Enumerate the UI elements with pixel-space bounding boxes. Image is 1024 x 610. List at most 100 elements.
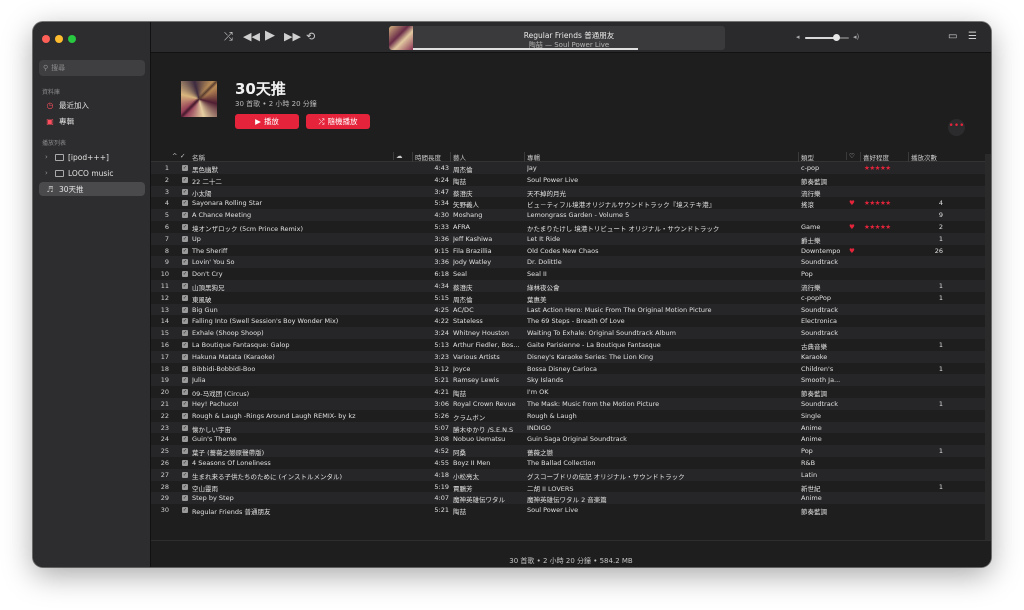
table-row[interactable]: 18 ✓ Bibbidi-Bobbidi-Boo 3:12 Joyce Bossa Dis… bbox=[151, 363, 991, 375]
track-album[interactable]: Waiting To Exhale: Original Soundtrack A… bbox=[527, 329, 795, 337]
column-genre[interactable]: 類型 bbox=[798, 152, 814, 162]
track-album[interactable]: Jay bbox=[527, 164, 795, 172]
table-row[interactable]: 26 ✓ 4 Seasons Of Loneliness 4:55 Boyz II Me… bbox=[151, 457, 991, 469]
track-album[interactable]: Bossa Disney Carioca bbox=[527, 365, 795, 373]
track-album[interactable]: 二胡 II LOVERS bbox=[527, 483, 795, 493]
track-checkbox[interactable]: ✓ bbox=[182, 448, 188, 455]
previous-icon[interactable]: ◀◀ bbox=[243, 30, 260, 43]
table-row[interactable]: 25 ✓ 葉子 (薔薇之戀原聲帶版) 4:52 阿桑 薔薇之戀 Pop 1 bbox=[151, 445, 991, 457]
column-artist[interactable]: 藝人 bbox=[450, 152, 466, 162]
track-checkbox[interactable]: ✓ bbox=[182, 330, 188, 337]
track-album[interactable]: Sky Islands bbox=[527, 376, 795, 384]
table-row[interactable]: 4 ✓ Sayonara Rolling Star 5:34 矢野義人 ビュ－ティフル境港… bbox=[151, 197, 991, 209]
track-artist[interactable]: 周杰倫 bbox=[453, 294, 523, 304]
track-checkbox[interactable]: ✓ bbox=[182, 188, 188, 195]
table-row[interactable]: 2 ✓ 22 二十二 4:24 陶喆 Soul Power Live 節奏藍調 bbox=[151, 174, 991, 186]
track-artist[interactable]: Fila Brazillia bbox=[453, 247, 523, 255]
table-row[interactable]: 15 ✓ Exhale (Shoop Shoop) 3:24 Whitney Houst… bbox=[151, 327, 991, 339]
track-artist[interactable]: Arthur Fiedler, Bos... bbox=[453, 341, 523, 349]
check-column-icon[interactable]: ✓ bbox=[180, 152, 185, 160]
track-album[interactable]: The 69 Steps - Breath Of Love bbox=[527, 317, 795, 325]
heart-icon[interactable]: ♥ bbox=[849, 199, 855, 207]
track-album[interactable]: INDIGO bbox=[527, 424, 795, 432]
table-row[interactable]: 10 ✓ Don't Cry 6:18 Seal Seal II Pop bbox=[151, 268, 991, 280]
track-checkbox[interactable]: ✓ bbox=[182, 212, 188, 219]
table-row[interactable]: 9 ✓ Lovin' You So 3:36 Jody Watley Dr. Dolitt… bbox=[151, 256, 991, 269]
track-artist[interactable]: Ramsey Lewis bbox=[453, 376, 523, 384]
track-album[interactable]: 葉惠美 bbox=[527, 294, 795, 304]
track-album[interactable]: Guin Saga Original Soundtrack bbox=[527, 435, 795, 443]
track-checkbox[interactable]: ✓ bbox=[182, 483, 188, 490]
track-album[interactable]: 薔薇之戀 bbox=[527, 447, 795, 457]
track-checkbox[interactable]: ✓ bbox=[182, 247, 188, 254]
sidebar-item-30-days-playlist[interactable]: ♬ 30天推 bbox=[39, 182, 145, 196]
table-row[interactable]: 11 ✓ 山頂黑狗兄 4:34 蔡澄庆 綠林夜公會 流行樂 1 bbox=[151, 279, 991, 292]
more-button[interactable]: ••• bbox=[948, 119, 965, 136]
track-artist[interactable]: 陶喆 bbox=[453, 506, 523, 516]
track-album[interactable]: Old Codes New Chaos bbox=[527, 247, 795, 255]
track-album[interactable]: I'm OK bbox=[527, 388, 795, 396]
column-plays[interactable]: 播放次數 bbox=[908, 152, 937, 162]
track-checkbox[interactable]: ✓ bbox=[182, 200, 188, 207]
table-row[interactable]: 23 ✓ 懐かしい宇宙 5:07 勝木ゆかり /S.E.N.S INDIGO Anime bbox=[151, 421, 991, 434]
column-name[interactable]: 名稱 bbox=[192, 152, 205, 162]
track-artist[interactable]: 蔡澄庆 bbox=[453, 282, 523, 292]
table-row[interactable]: 1 ✓ 黑色幽默 4:43 周杰倫 Jay c-pop ★★★★★ bbox=[151, 162, 991, 174]
now-playing-display[interactable]: Regular Friends 普通朋友 陶喆 — Soul Power Liv… bbox=[389, 26, 725, 50]
track-artist[interactable]: Nobuo Uematsu bbox=[453, 435, 523, 443]
track-artist[interactable]: Various Artists bbox=[453, 353, 523, 361]
track-checkbox[interactable]: ✓ bbox=[182, 400, 188, 407]
track-album[interactable]: Gaite Parisienne - La Boutique Fantasque bbox=[527, 341, 795, 349]
table-row[interactable]: 5 ✓ A Chance Meeting 4:30 Moshang Lemongrass … bbox=[151, 209, 991, 221]
track-album[interactable]: 綠林夜公會 bbox=[527, 282, 795, 292]
track-checkbox[interactable]: ✓ bbox=[182, 271, 188, 278]
column-time[interactable]: 時間長度 bbox=[412, 152, 441, 162]
search-input[interactable]: ⚲ 搜尋 bbox=[39, 60, 145, 76]
track-artist[interactable]: 蔡澄庆 bbox=[453, 188, 523, 198]
track-album[interactable]: Last Action Hero: Music From The Origina… bbox=[527, 306, 795, 314]
track-checkbox[interactable]: ✓ bbox=[182, 495, 188, 502]
table-row[interactable]: 27 ✓ 生まれ来る子供たちのために (インストルメンタル) 4:18 小松亮太 グスコー… bbox=[151, 468, 991, 481]
column-love[interactable]: ♡ bbox=[846, 152, 855, 160]
table-row[interactable]: 13 ✓ Big Gun 4:25 AC/DC Last Action Hero: Mus… bbox=[151, 303, 991, 316]
table-row[interactable]: 29 ✓ Step by Step 4:07 魔神英雄伝ワタル 魔神英雄伝ワタル 2 音楽… bbox=[151, 492, 991, 504]
chevron-right-icon[interactable]: › bbox=[45, 169, 51, 177]
table-row[interactable]: 19 ✓ Julia 5:21 Ramsey Lewis Sky Islands Smoot… bbox=[151, 374, 991, 387]
sidebar-item-loco-folder[interactable]: › LOCO music bbox=[39, 166, 145, 180]
heart-icon[interactable]: ♥ bbox=[849, 247, 855, 255]
track-artist[interactable]: Royal Crown Revue bbox=[453, 400, 523, 408]
track-album[interactable]: Soul Power Live bbox=[527, 506, 795, 514]
lyrics-icon[interactable]: ▭ bbox=[948, 31, 957, 42]
track-checkbox[interactable]: ✓ bbox=[182, 294, 188, 301]
track-artist[interactable]: Jeff Kashiwa bbox=[453, 235, 523, 243]
track-artist[interactable]: Moshang bbox=[453, 211, 523, 219]
chevron-right-icon[interactable]: › bbox=[45, 153, 51, 161]
track-artist[interactable]: 阿桑 bbox=[453, 447, 523, 457]
play-button[interactable]: ▶ 播放 bbox=[235, 114, 299, 129]
sidebar-item-albums[interactable]: ▣ 專輯 bbox=[39, 114, 145, 128]
track-checkbox[interactable]: ✓ bbox=[182, 353, 188, 360]
track-album[interactable]: Rough & Laugh bbox=[527, 412, 795, 420]
close-button[interactable] bbox=[42, 35, 50, 43]
track-album[interactable]: Dr. Dolittle bbox=[527, 258, 795, 266]
track-artist[interactable]: 陶喆 bbox=[453, 176, 523, 186]
track-album[interactable]: かたまりたけし 境港トリビュート オリジナル・サウンドトラック bbox=[527, 223, 795, 233]
track-album[interactable]: Soul Power Live bbox=[527, 176, 795, 184]
table-row[interactable]: 17 ✓ Hakuna Matata (Karaoke) 3:23 Various Ar… bbox=[151, 350, 991, 363]
table-row[interactable]: 28 ✓ 空山靈雨 5:19 賈鵬芳 二胡 II LOVERS 新世紀 1 bbox=[151, 481, 991, 493]
table-row[interactable]: 21 ✓ Hey! Pachuco! 3:06 Royal Crown Revue The… bbox=[151, 397, 991, 410]
track-album[interactable]: 魔神英雄伝ワタル 2 音楽篇 bbox=[527, 494, 795, 504]
track-artist[interactable]: 小松亮太 bbox=[453, 471, 523, 481]
table-row[interactable]: 6 ✓ 境オンザロック (5cm Prince Remix) 5:33 AFRA かたまり… bbox=[151, 221, 991, 233]
track-rating[interactable]: ★★★★★ bbox=[864, 199, 914, 207]
zoom-button[interactable] bbox=[68, 35, 76, 43]
column-rating[interactable]: 喜好程度 bbox=[860, 152, 889, 162]
minimize-button[interactable] bbox=[55, 35, 63, 43]
repeat-icon[interactable]: ⟲ bbox=[306, 30, 315, 43]
table-row[interactable]: 20 ✓ 09-马戏团 (Circus) 4:21 陶喆 I'm OK 節奏藍調 bbox=[151, 386, 991, 398]
track-artist[interactable]: Jody Watley bbox=[453, 258, 523, 266]
track-artist[interactable]: Whitney Houston bbox=[453, 329, 523, 337]
track-checkbox[interactable]: ✓ bbox=[182, 318, 188, 325]
shuffle-icon[interactable]: ⤮ bbox=[224, 30, 233, 44]
track-artist[interactable]: 周杰倫 bbox=[453, 164, 523, 174]
